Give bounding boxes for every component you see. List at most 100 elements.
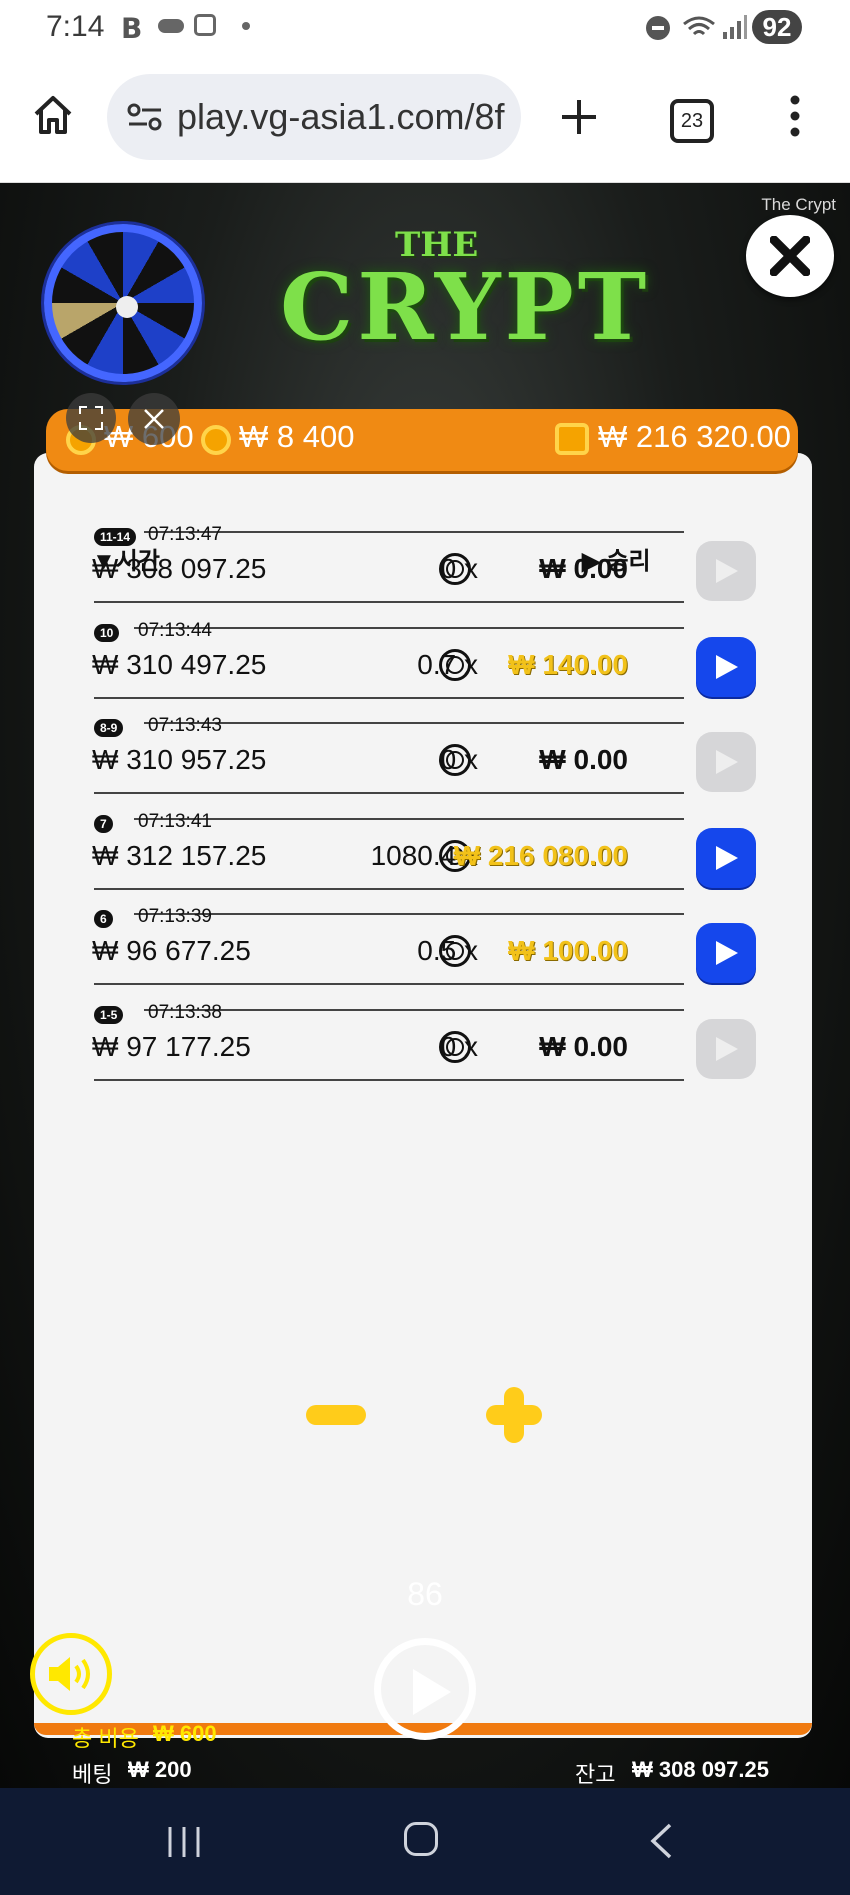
coins-icon <box>201 425 231 455</box>
replay-button[interactable] <box>696 1018 756 1079</box>
coin-icon <box>439 553 471 585</box>
row-divider-bottom <box>94 601 684 603</box>
round-badge: 8-9 <box>94 719 124 737</box>
cloud-icon <box>158 19 184 33</box>
row-balance: ₩ 97 177.25 <box>92 1030 251 1062</box>
close-overlay-button[interactable] <box>128 393 180 445</box>
screenshot-icon <box>194 14 216 36</box>
close-small-icon <box>144 409 164 429</box>
row-win: ₩ 0.00 <box>539 744 628 775</box>
row-divider-top <box>144 531 684 533</box>
replay-button[interactable] <box>696 732 756 792</box>
play-icon <box>716 1036 738 1061</box>
expand-icon <box>79 406 103 430</box>
round-badge: 10 <box>94 623 120 642</box>
bet-label: 베팅 <box>72 1762 113 1787</box>
row-win: ₩ 100.00 <box>508 935 628 966</box>
history-list: 11-14 07:13:47 ₩ 308 097.25 0 x ₩ 0.00 10 07:1… <box>0 183 850 1383</box>
play-icon <box>716 559 738 583</box>
tab-switcher-button[interactable]: 23 <box>670 99 714 143</box>
coin-icon <box>439 648 471 681</box>
address-bar[interactable]: play.vg-asia1.com/8f <box>107 74 521 160</box>
round-badge: 1-5 <box>94 1005 124 1024</box>
b-app-icon: 𝗕 <box>121 13 143 44</box>
replay-button[interactable] <box>696 923 756 983</box>
home-icon[interactable] <box>32 94 74 136</box>
play-icon <box>716 750 738 774</box>
row-balance: ₩ 310 497.25 <box>92 648 267 680</box>
total-cost-label: 총 비용 <box>72 1726 139 1751</box>
balance-label: 잔고 <box>575 1762 616 1787</box>
row-divider-top <box>134 817 684 820</box>
history-row: 1-5 07:13:38 ₩ 97 177.25 0 x ₩ 0.00 <box>60 1002 760 1104</box>
play-icon <box>413 1669 451 1715</box>
round-badge: 7 <box>94 814 113 833</box>
signal-icon <box>723 15 747 39</box>
sound-button[interactable] <box>30 1633 112 1715</box>
replay-button[interactable] <box>696 827 756 888</box>
history-row: 11-14 07:13:47 ₩ 308 097.25 0 x ₩ 0.00 <box>60 524 760 626</box>
wifi-icon <box>683 16 715 36</box>
balance-value: ₩ 308 097.25 <box>632 1757 769 1782</box>
coin-icon <box>439 744 471 776</box>
history-row: 8-9 07:13:43 ₩ 310 957.25 0 x ₩ 0.00 <box>60 715 760 817</box>
play-icon <box>716 845 738 870</box>
row-divider-bottom <box>94 696 684 699</box>
wallet-value: ₩ 216 320.00 <box>598 419 792 454</box>
history-row: 10 07:13:44 ₩ 310 497.25 0.7 x ₩ 140.00 <box>60 620 760 722</box>
row-divider-bottom <box>94 792 684 794</box>
wallet-icon <box>555 423 589 455</box>
play-icon <box>716 941 738 965</box>
row-win: ₩ 140.00 <box>508 648 628 680</box>
row-balance: ₩ 96 677.25 <box>92 935 251 966</box>
row-win: ₩ 0.00 <box>539 1030 628 1062</box>
dot-icon <box>242 22 250 30</box>
site-settings-icon[interactable] <box>127 102 163 132</box>
history-row: 6 07:13:39 ₩ 96 677.25 0.5 x ₩ 100.00 <box>60 906 760 1008</box>
row-divider-bottom <box>94 983 684 985</box>
play-icon <box>716 654 738 679</box>
row-time: 07:13:44 <box>138 619 212 641</box>
row-time: 07:13:47 <box>148 524 222 545</box>
decrease-button[interactable] <box>306 1405 366 1425</box>
more-menu-icon[interactable] <box>785 94 805 138</box>
browser-toolbar: play.vg-asia1.com/8f 23 <box>0 56 850 183</box>
new-tab-icon[interactable] <box>560 98 598 136</box>
history-row: 7 07:13:41 ₩ 312 157.25 1080.4 x ₩ 216 080.0… <box>60 811 760 913</box>
row-divider-top <box>134 626 684 629</box>
row-win: ₩ 216 080.00 <box>453 839 628 871</box>
fullscreen-button[interactable] <box>66 393 116 443</box>
row-balance: ₩ 312 157.25 <box>92 839 267 871</box>
status-bar: 7:14 𝗕 92 <box>0 0 850 56</box>
increase-button-vertical[interactable] <box>504 1387 524 1443</box>
home-nav-button[interactable] <box>404 1822 438 1856</box>
row-divider-top <box>134 913 684 915</box>
back-icon[interactable] <box>648 1822 674 1860</box>
url-text: play.vg-asia1.com/8f <box>177 96 505 137</box>
row-win: ₩ 0.00 <box>539 553 628 584</box>
row-time: 07:13:39 <box>138 906 212 927</box>
system-nav-bar <box>0 1788 850 1895</box>
row-balance: ₩ 310 957.25 <box>92 744 267 775</box>
coin-icon <box>439 1030 471 1063</box>
dnd-icon <box>646 16 670 40</box>
recents-icon[interactable] <box>165 1824 203 1860</box>
row-divider-top <box>144 1008 684 1011</box>
replay-button[interactable] <box>696 636 756 697</box>
coins-value: ₩ 8 400 <box>239 419 355 454</box>
coin-icon <box>439 935 471 967</box>
round-badge: 6 <box>94 910 113 928</box>
total-cost-value: ₩ 600 <box>153 1721 217 1746</box>
row-time: 07:13:38 <box>148 1001 222 1023</box>
bet-amount: ₩ 200 <box>128 1757 192 1782</box>
battery-indicator: 92 <box>752 10 802 44</box>
row-time: 07:13:43 <box>148 715 222 736</box>
play-button[interactable] <box>374 1638 476 1740</box>
game-area: The Crypt THE CRYPT ▼시간 ▶ 승리 11-14 07:13:4… <box>0 183 850 1788</box>
row-balance: ₩ 308 097.25 <box>92 553 267 584</box>
speaker-icon <box>49 1657 90 1691</box>
row-divider-bottom <box>94 887 684 890</box>
status-time: 7:14 <box>46 10 105 43</box>
replay-button[interactable] <box>696 541 756 601</box>
row-divider-top <box>144 722 684 724</box>
